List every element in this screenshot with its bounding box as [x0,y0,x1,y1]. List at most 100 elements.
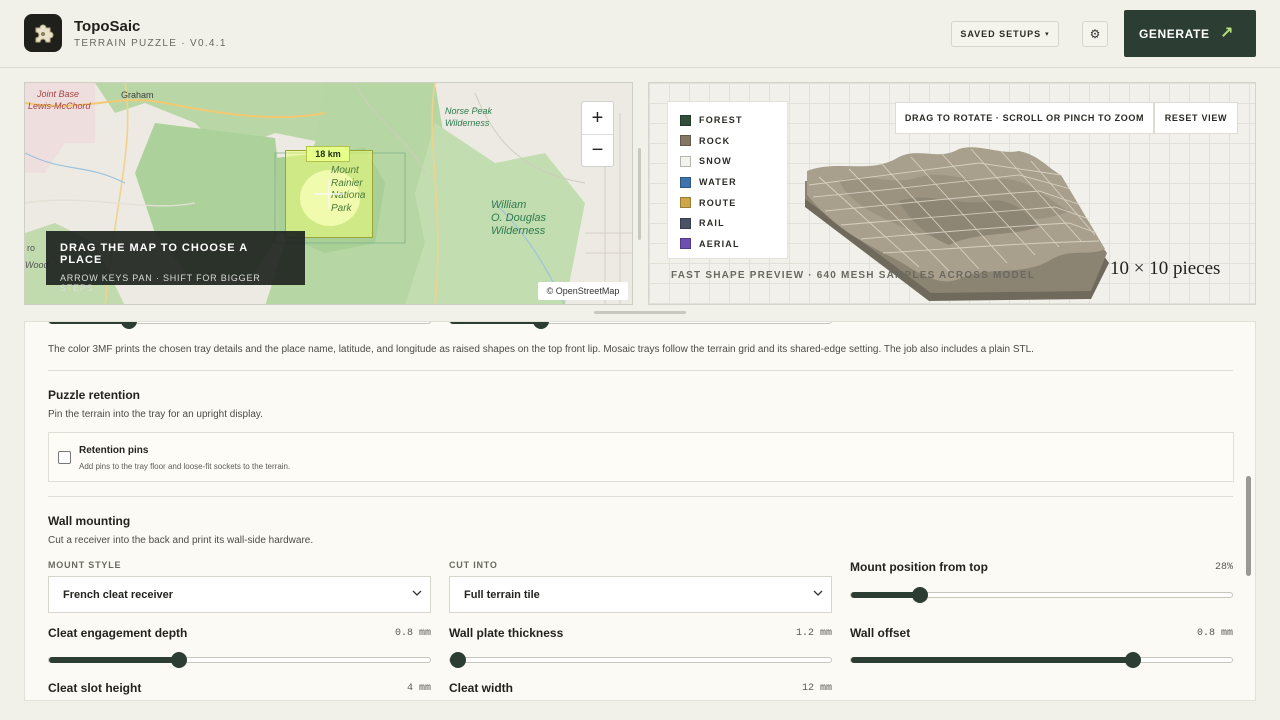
wall-mounting-title: Wall mounting [48,514,131,528]
legend-item-water: WATER [680,172,775,193]
retention-pins-option[interactable]: Retention pins Add pins to the tray floo… [48,432,1234,482]
map-label-edge-2: Wood [25,260,49,270]
generate-button[interactable]: GENERATE ↗ [1124,10,1256,57]
wall-offset-fill [851,657,1133,663]
terrain-preview[interactable]: FOREST ROCK SNOW WATER ROUTE RAIL AERIAL… [648,82,1256,305]
chevron-down-icon [813,589,823,600]
map-instructions-subtitle: ARROW KEYS PAN · SHIFT FOR BIGGER STEPS [60,273,261,293]
preview-caption: FAST SHAPE PREVIEW · 640 MESH SAMPLES AC… [671,270,1036,281]
wall-offset-value: 0.8 mm [1196,628,1233,639]
mount-style-value: French cleat receiver [63,588,174,601]
legend-label-route: ROUTE [699,197,737,208]
cleat-depth-slider[interactable] [48,652,431,668]
cleat-slot-height-value: 4 mm [406,683,431,694]
cleat-depth-label: Cleat engagement depth [48,626,188,640]
app-header: TopoSaic TERRAIN PUZZLE · V0.4.1 SAVED S… [0,0,1280,68]
puzzle-retention-subtitle: Pin the terrain into the tray for an upr… [48,409,263,420]
wall-plate-thumb[interactable] [449,652,466,668]
slider-top-left-thumb[interactable] [121,322,137,329]
map-label-william-line2: O. Douglas [491,212,547,224]
map-label-norse-peak-line1: Norse Peak [445,106,493,116]
cleat-depth-thumb[interactable] [170,652,187,668]
puzzle-retention-title: Puzzle retention [48,388,141,402]
map-attribution[interactable]: © OpenStreetMap [538,282,628,300]
cleat-slot-height-label: Cleat slot height [48,681,142,695]
horizontal-resize-handle[interactable] [594,311,686,314]
retention-pins-checkbox[interactable] [58,451,71,464]
zoom-out-button[interactable]: − [582,134,613,166]
selection-size-badge: 18 km [306,146,350,162]
wall-offset-thumb[interactable] [1124,652,1141,668]
saved-setups-button[interactable]: SAVED SETUPS ▾ [951,21,1059,47]
piece-count: 10 × 10 pieces [1110,258,1221,279]
wall-plate-value: 1.2 mm [795,628,832,639]
slider-top-middle-thumb[interactable] [533,322,550,329]
legend-swatch-rock [680,135,691,147]
app-subtitle: TERRAIN PUZZLE · V0.4.1 [74,38,227,49]
legend-label-forest: FOREST [699,115,743,126]
tray-note: The color 3MF prints the chosen tray det… [48,344,1034,355]
map-label-norse-peak-line2: Wilderness [445,118,490,128]
generate-label: GENERATE [1139,26,1210,41]
terrain-legend: FOREST ROCK SNOW WATER ROUTE RAIL AERIAL [667,101,788,259]
settings-panel[interactable]: The color 3MF prints the chosen tray det… [24,321,1256,701]
map-view[interactable]: Joint Base Lewis-McChord Graham Norse Pe… [24,82,633,305]
map-instructions: DRAG THE MAP TO CHOOSE A PLACE ARROW KEY… [46,231,305,293]
reset-view-button[interactable]: RESET VIEW [1154,102,1238,134]
legend-label-rail: RAIL [699,218,725,229]
map-label-graham: Graham [121,90,154,100]
mount-position-value: 28% [1214,562,1233,573]
legend-label-water: WATER [699,177,737,188]
wall-plate-label: Wall plate thickness [449,626,564,640]
chevron-down-icon [412,589,422,600]
rotate-zoom-hint: DRAG TO ROTATE · SCROLL OR PINCH TO ZOOM [895,102,1154,134]
slider-top-left[interactable] [48,322,431,329]
gear-icon: ⚙ [1089,27,1101,41]
legend-swatch-aerial [680,238,691,250]
saved-setups-label: SAVED SETUPS [960,29,1042,39]
mount-style-select[interactable]: French cleat receiver [48,576,431,613]
cut-into-select[interactable]: Full terrain tile [449,576,832,613]
zoom-controls: + − [581,101,614,167]
map-label-william-line3: Wilderness [491,225,546,237]
wall-mounting-subtitle: Cut a receiver into the back and print i… [48,535,314,546]
mount-position-fill [851,592,920,598]
legend-swatch-route [680,197,691,209]
cut-into-label: CUT INTO [449,560,498,570]
retention-pins-description: Add pins to the tray floor and loose-fit… [79,462,291,471]
vertical-resize-handle[interactable] [638,148,641,240]
zoom-in-button[interactable]: + [582,102,613,134]
legend-item-rock: ROCK [680,131,775,152]
mount-position-label: Mount position from top [850,560,988,574]
wall-offset-label: Wall offset [850,626,911,640]
settings-scrollbar[interactable] [1246,476,1251,576]
cleat-depth-fill [49,657,179,663]
wall-plate-slider[interactable] [449,652,832,668]
map-label-william-line1: William [491,199,527,211]
legend-label-snow: SNOW [699,156,732,167]
arrow-up-right-icon: ↗ [1219,25,1234,42]
map-label-rainier-line1: Mount [331,165,359,176]
legend-item-rail: RAIL [680,213,775,234]
section-divider [48,496,1233,497]
section-divider [48,370,1233,371]
legend-swatch-forest [680,114,691,126]
map-label-edge-1: ro [27,243,36,253]
mount-position-thumb[interactable] [911,587,928,603]
map-label-joint-base: Joint Base [37,89,80,99]
slider-top-left-fill [49,322,129,324]
cut-into-value: Full terrain tile [464,588,540,601]
caret-down-icon: ▾ [1045,31,1050,38]
wall-offset-slider[interactable] [850,652,1233,668]
slider-top-middle-fill [450,322,542,324]
app-name: TopoSaic [74,18,141,35]
retention-pins-label: Retention pins [79,445,149,456]
legend-item-route: ROUTE [680,192,775,213]
settings-button[interactable]: ⚙ [1082,21,1108,47]
mount-position-slider[interactable] [850,587,1233,603]
legend-swatch-water [680,176,691,188]
slider-top-middle[interactable] [449,322,832,329]
map-instructions-title: DRAG THE MAP TO CHOOSE A PLACE [60,242,248,266]
crosshair-icon [314,179,344,209]
cleat-depth-value: 0.8 mm [394,628,431,639]
